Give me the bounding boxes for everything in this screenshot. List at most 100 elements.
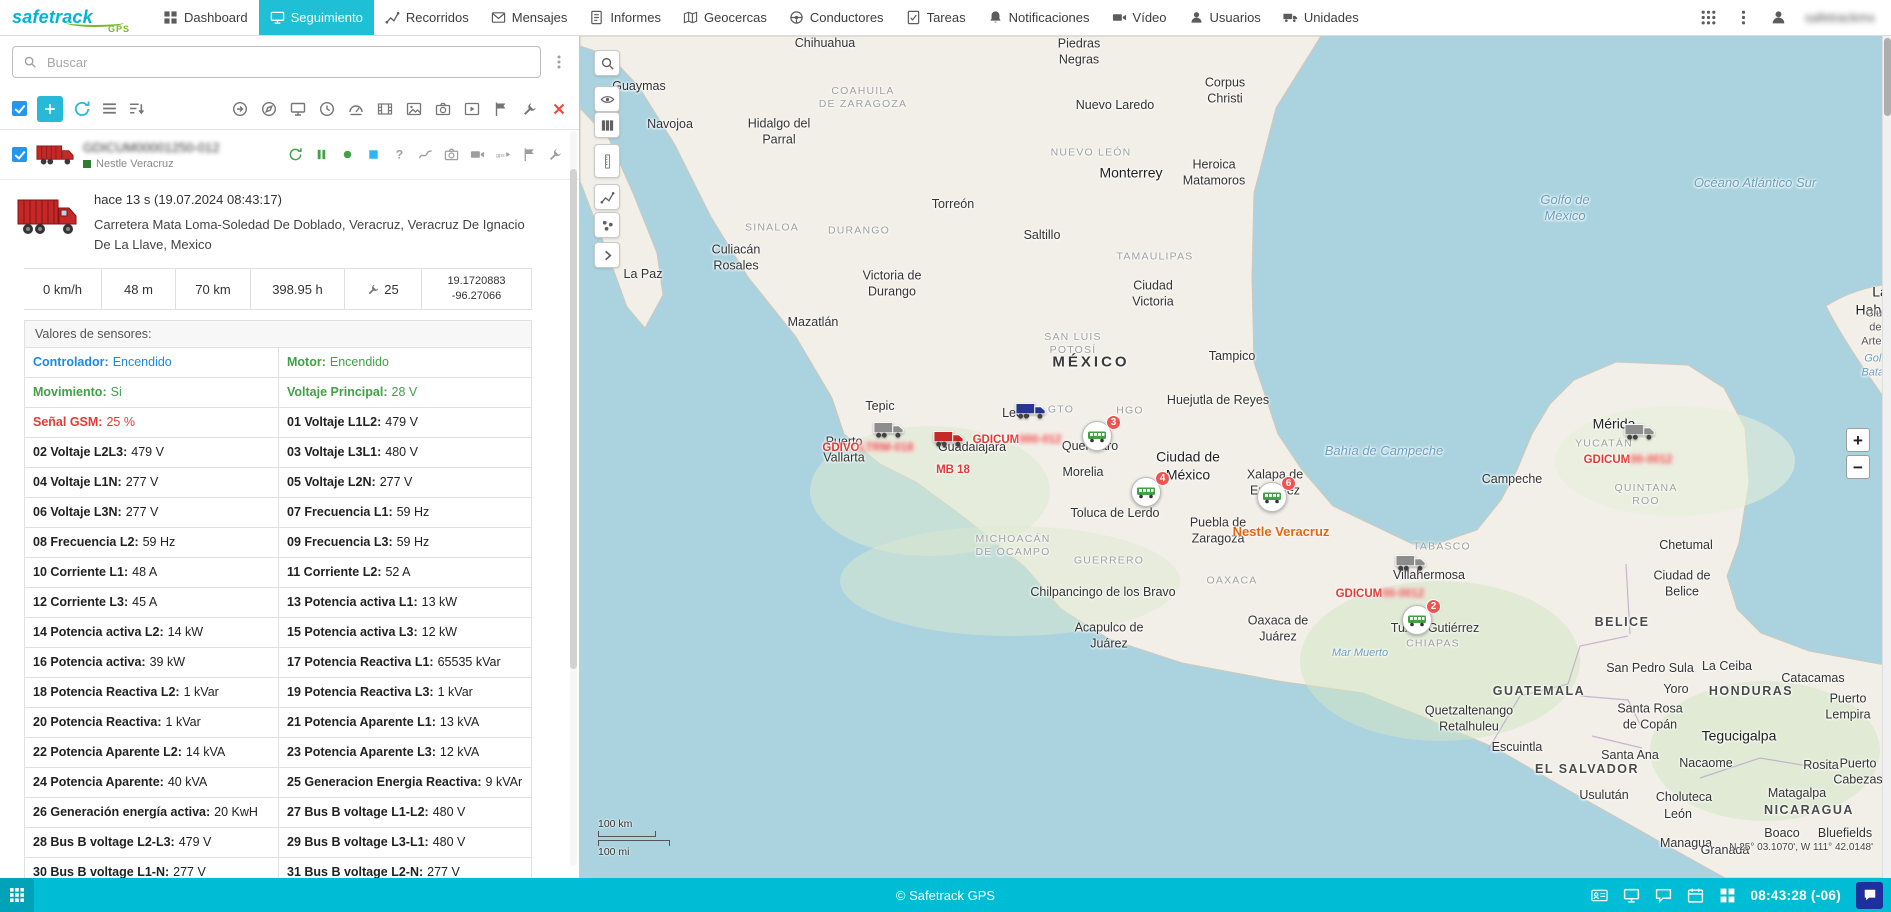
tab-usuarios[interactable]: Usuarios [1178, 0, 1272, 35]
support-chat-button[interactable] [1856, 882, 1883, 909]
truck-marker-grey[interactable] [873, 421, 905, 440]
unit-video-icon[interactable] [470, 147, 485, 162]
tab-unidades[interactable]: Unidades [1272, 0, 1370, 35]
cluster-marker[interactable]: 4 [1131, 477, 1161, 507]
unit-wrench-icon[interactable] [548, 147, 563, 162]
map-visibility-button[interactable] [594, 86, 620, 112]
page-scrollbar-thumb[interactable] [1884, 38, 1891, 116]
search-input[interactable] [45, 54, 530, 71]
sidebar-scrollbar-thumb[interactable] [570, 169, 577, 669]
sensor-cell: Controlador:Encendido [24, 348, 278, 377]
truck-marker-red[interactable] [933, 430, 965, 449]
sensor-cell: 12 Corriente L3:45 A [24, 588, 278, 617]
tab-video[interactable]: Vídeo [1101, 0, 1178, 35]
select-all-checkbox[interactable] [12, 101, 27, 116]
sensor-cell: 07 Frecuencia L1:59 Hz [278, 498, 532, 527]
tab-dashboard[interactable]: Dashboard [152, 0, 259, 35]
unit-status-dot[interactable] [340, 147, 355, 162]
wrench-icon[interactable] [522, 101, 538, 117]
sensor-cell: 26 Generación energía activa:20 KwH [24, 798, 278, 827]
user-icon[interactable] [1770, 9, 1787, 26]
clock-text: 08:43:28 (-06) [1751, 888, 1842, 903]
tab-mensajes[interactable]: Mensajes [480, 0, 579, 35]
tab-notificaciones[interactable]: Notificaciones [977, 0, 1101, 35]
truck-marker-navy[interactable] [1015, 402, 1047, 421]
tab-seguimiento[interactable]: Seguimiento [259, 0, 374, 35]
unit-follow-icon[interactable] [288, 147, 303, 162]
unit-checkbox[interactable] [12, 147, 27, 162]
sensor-row: Controlador:Encendido Motor:Encendido [24, 348, 532, 378]
cluster-marker[interactable]: 2 [1402, 605, 1432, 635]
address-text: Carretera Mata Loma-Soledad De Doblado, … [94, 215, 531, 254]
tab-recorridos[interactable]: Recorridos [374, 0, 480, 35]
unit-square-icon[interactable] [366, 147, 381, 162]
sensor-cell: Motor:Encendido [278, 348, 532, 377]
zoom-out-button[interactable]: − [1846, 455, 1870, 479]
cluster-marker[interactable]: 3 [1082, 421, 1112, 451]
cluster-count-badge: 2 [1426, 599, 1441, 614]
unit-signal-icon[interactable] [418, 147, 433, 162]
unit-pause-icon[interactable] [314, 147, 329, 162]
sensor-cell: 03 Voltaje L3L1:480 V [278, 438, 532, 467]
image-icon[interactable] [406, 101, 422, 117]
tab-conductores[interactable]: Conductores [778, 0, 895, 35]
sensor-row: 06 Voltaje L3N:277 V 07 Frecuencia L1:59… [24, 498, 532, 528]
screen-icon[interactable] [290, 101, 306, 117]
unit-question-icon[interactable]: ? [392, 147, 407, 162]
bell-icon [988, 10, 1003, 25]
playbox-icon[interactable] [464, 101, 480, 117]
report-icon [589, 10, 604, 25]
cluster-marker[interactable]: 6 [1257, 482, 1287, 512]
film-icon[interactable] [377, 101, 393, 117]
stat-cell: 398.95 h [251, 269, 345, 309]
unit-list-item[interactable]: GDICUM00001250-012 Nestle Veracruz ? [0, 130, 579, 180]
bottom-menu-button[interactable] [0, 878, 34, 912]
unit-flag-icon[interactable] [522, 147, 537, 162]
list-menu-icon[interactable] [101, 100, 118, 117]
grid-menu-icon [9, 887, 25, 903]
route-icon [385, 10, 400, 25]
close-icon[interactable] [551, 101, 567, 117]
sensor-cell: 29 Bus B voltage L3-L1:480 V [278, 828, 532, 857]
sidebar-scrollbar[interactable] [570, 131, 577, 866]
map-layers-button[interactable] [594, 112, 620, 138]
map-expand-button[interactable] [594, 242, 620, 268]
camera-icon[interactable] [435, 101, 451, 117]
map-search-button[interactable] [594, 50, 620, 76]
kebab-menu-icon[interactable] [1735, 9, 1752, 26]
map-cluster-button[interactable] [594, 212, 620, 238]
map-canvas[interactable]: Chihuahua Piedras Negras Corpus Christi … [580, 36, 1891, 878]
page-scrollbar[interactable] [1882, 36, 1891, 878]
truck-marker-grey[interactable] [1624, 423, 1656, 442]
apps-grid-icon[interactable] [1700, 9, 1717, 26]
add-unit-button[interactable] [37, 96, 63, 122]
app-logo[interactable]: safetrack GPS [0, 0, 152, 35]
map-route-button[interactable] [594, 184, 620, 210]
refresh-list-icon[interactable] [73, 100, 91, 118]
tab-geocercas[interactable]: Geocercas [672, 0, 778, 35]
sensor-cell: 17 Potencia Reactiva L1:65535 kVar [278, 648, 532, 677]
follow-icon[interactable] [232, 101, 248, 117]
unit-gps-icon[interactable]: gps [496, 147, 511, 162]
sensor-row: 02 Voltaje L2L3:479 V 03 Voltaje L3L1:48… [24, 438, 532, 468]
truck-marker-grey[interactable] [1395, 554, 1427, 573]
sensor-row: 26 Generación energía activa:20 KwH 27 B… [24, 798, 532, 828]
tab-tareas[interactable]: Tareas [895, 0, 977, 35]
search-kebab-icon[interactable] [551, 54, 567, 70]
sensor-cell: 15 Potencia activa L3:12 kW [278, 618, 532, 647]
zoom-in-button[interactable]: + [1846, 428, 1870, 452]
sensor-row: 04 Voltaje L1N:277 V 05 Voltaje L2N:277 … [24, 468, 532, 498]
zoom-control: + − [1846, 428, 1870, 479]
unit-camera-icon[interactable] [444, 147, 459, 162]
compass-icon[interactable] [261, 101, 277, 117]
tab-informes[interactable]: Informes [578, 0, 672, 35]
sort-icon[interactable] [128, 100, 145, 117]
sensor-cell: Señal GSM:25 % [24, 408, 278, 437]
gauge-icon[interactable] [348, 101, 364, 117]
map-measure-button[interactable] [594, 144, 620, 178]
flag-icon[interactable] [493, 101, 509, 117]
topbar-right-group: safetrackmx [1700, 0, 1891, 35]
sensor-row: Movimiento:Si Voltaje Principal:28 V [24, 378, 532, 408]
clock-icon[interactable] [319, 101, 335, 117]
username-text[interactable]: safetrackmx [1805, 10, 1875, 25]
